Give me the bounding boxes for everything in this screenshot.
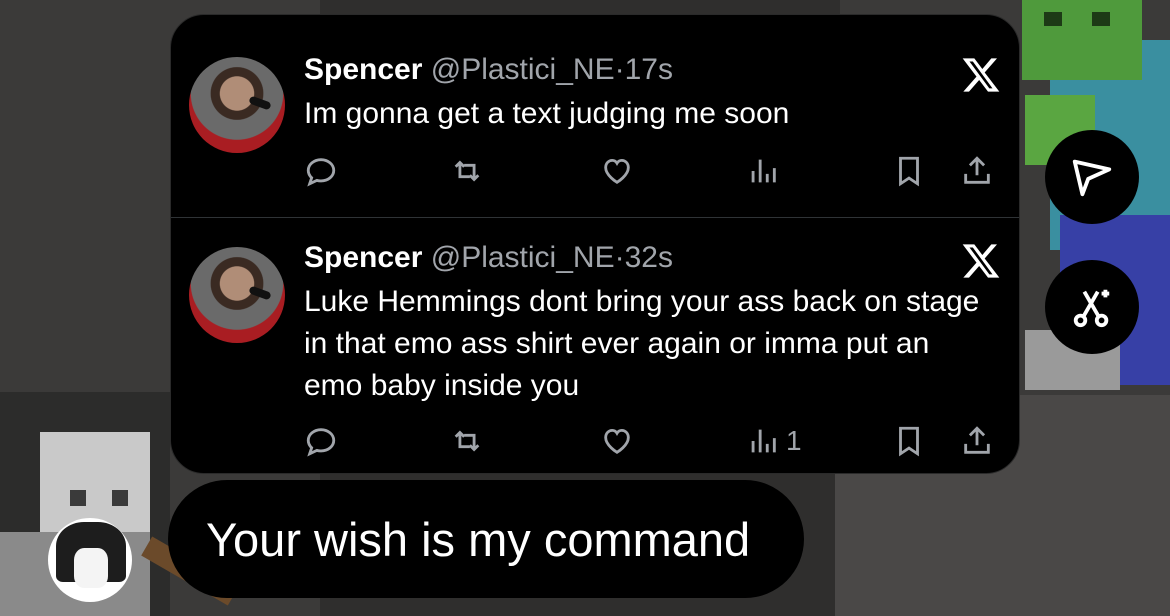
views-icon <box>751 429 776 453</box>
tweet-header: Spencer @Plastici_NE·32s <box>304 241 673 275</box>
tweet-time: 17s <box>624 53 673 86</box>
x-logo-icon <box>962 58 1000 92</box>
tweet-header: Spencer @Plastici_NE·17s <box>304 53 673 87</box>
tweet[interactable]: Spencer @Plastici_NE·17s Im gonna get a … <box>171 15 1019 217</box>
separator: · <box>614 241 625 274</box>
share-icon <box>964 156 990 184</box>
author-handle[interactable]: @Plastici_NE <box>431 53 615 86</box>
avatar[interactable] <box>189 57 285 153</box>
tweet-text: Luke Hemmings dont bring your ass back o… <box>304 285 980 402</box>
x-logo-icon <box>962 244 1000 278</box>
reply-button[interactable] <box>304 421 338 461</box>
avatar[interactable] <box>48 518 132 602</box>
tweet-actions: 1 <box>304 421 994 461</box>
message-bubble[interactable]: Your wish is my command <box>168 480 804 598</box>
views-icon <box>751 159 776 183</box>
tweet-card[interactable]: Spencer @Plastici_NE·17s Im gonna get a … <box>170 14 1020 474</box>
reply-button[interactable] <box>304 151 338 191</box>
bookmark-icon <box>899 156 919 187</box>
heart-icon <box>604 428 630 454</box>
send-icon <box>1072 159 1112 197</box>
ai-edit-button[interactable] <box>1045 260 1139 354</box>
share-icon <box>964 426 990 454</box>
views-button[interactable]: 1 <box>746 421 802 461</box>
share-button[interactable] <box>960 421 994 461</box>
views-count: 1 <box>786 425 802 456</box>
like-button[interactable] <box>600 151 634 191</box>
heart-icon <box>604 158 630 184</box>
tweet-divider <box>171 217 1019 218</box>
author-handle[interactable]: @Plastici_NE <box>431 241 615 274</box>
retweet-button[interactable] <box>450 421 484 461</box>
author-name[interactable]: Spencer <box>304 241 422 274</box>
author-name[interactable]: Spencer <box>304 53 422 86</box>
bookmark-button[interactable] <box>892 421 926 461</box>
tweet-text: Im gonna get a text judging me soon <box>304 97 790 130</box>
retweet-icon <box>454 160 480 182</box>
tweet-time: 32s <box>624 241 673 274</box>
bookmark-icon <box>899 426 919 457</box>
share-button[interactable] <box>960 151 994 191</box>
reply-icon <box>306 428 336 457</box>
tweet-actions <box>304 151 994 191</box>
message-text: Your wish is my command <box>206 512 751 566</box>
retweet-button[interactable] <box>450 151 484 191</box>
views-button[interactable] <box>746 151 786 191</box>
retweet-icon <box>454 430 480 452</box>
ai-scissors-icon <box>1073 289 1110 328</box>
like-button[interactable] <box>600 421 634 461</box>
separator: · <box>614 53 625 86</box>
bookmark-button[interactable] <box>892 151 926 191</box>
reply-icon <box>306 158 336 187</box>
send-button[interactable] <box>1045 130 1139 224</box>
avatar[interactable] <box>189 247 285 343</box>
